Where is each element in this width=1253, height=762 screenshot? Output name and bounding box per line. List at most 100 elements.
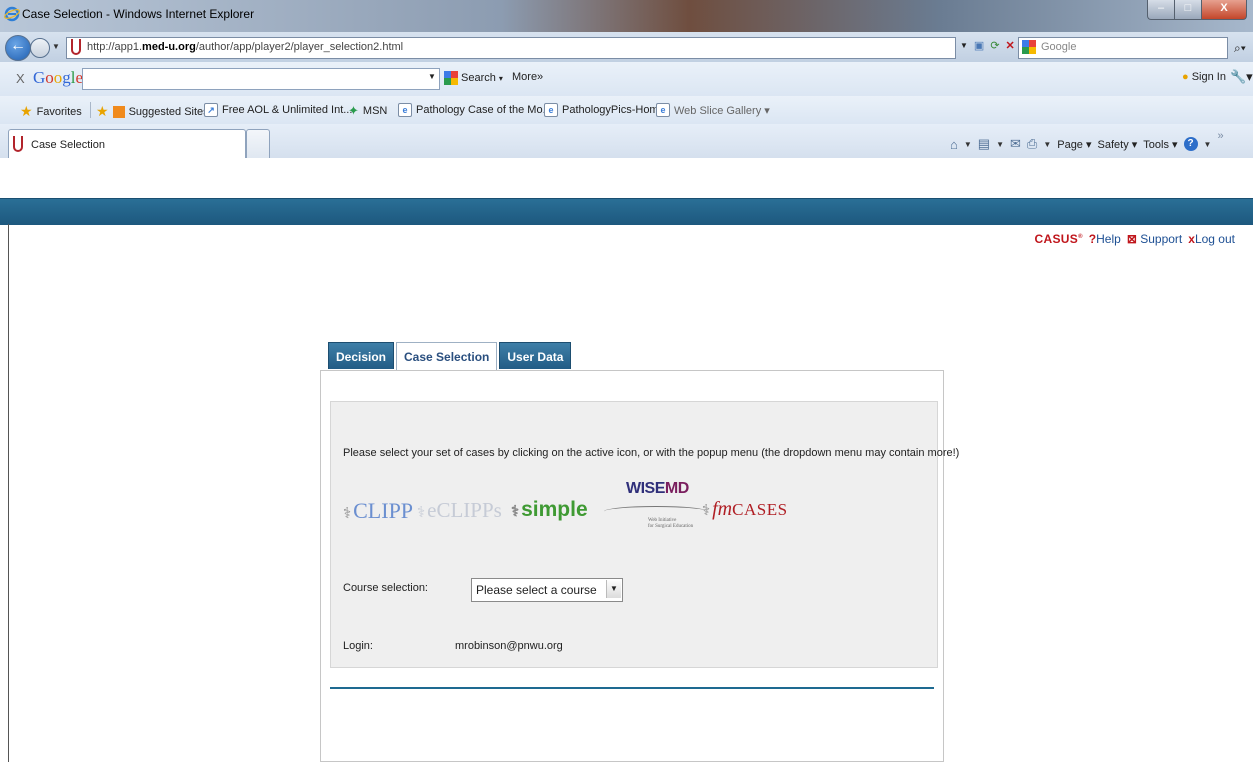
favorites-divider [90, 102, 91, 118]
browser-search-input[interactable]: Google [1018, 37, 1228, 59]
tab-decision[interactable]: Decision [328, 342, 395, 369]
command-bar: ⌂ ▼ ▤ ▼ ✉ ⎙ ▼ Page ▾ Safety ▾ Tools ▾ ? ▼ » [950, 130, 1224, 152]
stop-icon[interactable]: ✕ [1006, 39, 1015, 52]
login-label: Login: [343, 640, 373, 652]
tools-menu[interactable]: Tools ▾ [1143, 138, 1177, 151]
compatibility-view-icon[interactable]: ▣ [974, 39, 984, 52]
address-dropdown-icon[interactable]: ▼ [960, 41, 968, 50]
page-content: CASUS® ?Help ⊠ Support xLog out Decision… [0, 158, 1253, 762]
wisemd-swoosh [604, 506, 708, 517]
course-select-value: Please select a course [476, 583, 597, 597]
stethoscope-icon: ⚕ [343, 505, 352, 522]
google-icon [444, 71, 458, 85]
shortcut-icon: ↗ [204, 103, 218, 117]
clipp-logo-button[interactable]: ⚕CLIPP [343, 498, 413, 524]
ie-page-icon: e [398, 103, 412, 117]
google-logo: Google [33, 68, 84, 87]
print-icon[interactable]: ⎙ [1027, 136, 1037, 152]
back-button[interactable] [5, 35, 31, 61]
simple-logo-button[interactable]: ⚕simple [511, 498, 588, 522]
card-divider [330, 687, 934, 689]
search-placeholder: Google [1041, 41, 1077, 53]
help-icon[interactable]: ? [1183, 137, 1198, 151]
fav-item-pathologypics[interactable]: e PathologyPics-Home [544, 103, 665, 117]
feeds-icon[interactable]: ▤ [978, 136, 990, 152]
mail-icon: ⊠ [1126, 232, 1137, 246]
fmcases-logo-button[interactable]: ⚕ fmCASES [702, 498, 788, 521]
fav-item-suggested-sites[interactable]: ★ Suggested Sites ▾ [96, 103, 217, 120]
logout-link[interactable]: xLog out [1188, 232, 1235, 246]
ie-page-icon: e [544, 103, 558, 117]
signin-icon: ● [1182, 71, 1189, 83]
left-border [8, 224, 9, 762]
course-selection-label: Course selection: [343, 582, 428, 594]
favorites-bar: ★ Favorites ★ Suggested Sites ▾ ↗ Free AOL … [0, 96, 1253, 125]
favorites-star-icon: ★ [20, 103, 33, 119]
site-favicon-icon [13, 136, 23, 152]
recent-pages-dropdown-icon[interactable]: ▼ [52, 42, 60, 51]
help-dropdown-icon[interactable]: ▼ [1204, 140, 1212, 149]
case-set-logos: ⚕CLIPP ⚕eCLIPPs ⚕simple WISEMD Web Initi… [339, 480, 799, 540]
selection-panel: Please select your set of cases by click… [330, 401, 959, 668]
eclipps-logo: ⚕eCLIPPs [417, 498, 502, 522]
site-favicon-icon [71, 39, 81, 55]
fav-item-msn[interactable]: ✦ MSN [348, 103, 387, 119]
suggested-sites-icon [112, 105, 125, 118]
read-mail-icon[interactable]: ✉ [1010, 136, 1021, 152]
fav-item-web-slice-gallery[interactable]: e Web Slice Gallery ▾ [656, 103, 770, 117]
stethoscope-icon: ⚕ [702, 502, 711, 519]
home-dropdown-icon[interactable]: ▼ [964, 140, 972, 149]
internet-explorer-icon [4, 6, 20, 22]
tab-case-selection[interactable]: Case Selection [396, 342, 498, 371]
browser-tab-row: Case Selection ⌂ ▼ ▤ ▼ ✉ ⎙ ▼ Page ▾ Safety … [0, 124, 1253, 159]
login-value: mrobinson@pnwu.org [455, 640, 563, 652]
stethoscope-icon: ⚕ [417, 504, 426, 521]
home-icon[interactable]: ⌂ [950, 137, 958, 152]
sign-in-button[interactable]: ● Sign In [1182, 71, 1226, 83]
favorites-button[interactable]: ★ Favorites [20, 103, 82, 120]
google-toolbar-search-input[interactable] [82, 68, 440, 90]
feeds-dropdown-icon[interactable]: ▼ [996, 140, 1004, 149]
add-favorite-icon: ★ [96, 103, 109, 119]
forward-button[interactable] [30, 38, 50, 58]
chevron-down-icon[interactable]: ▼ [606, 580, 621, 598]
instructions-text: Please select your set of cases by click… [343, 447, 960, 459]
window-title-bar: Case Selection - Windows Internet Explor… [0, 0, 1253, 32]
tab-title: Case Selection [31, 139, 105, 151]
ie-page-icon: e [656, 103, 670, 117]
fav-item-pathology-case[interactable]: e Pathology Case of the Mo... [398, 103, 552, 117]
tab-user-data[interactable]: User Data [499, 342, 572, 369]
close-icon: x [1188, 232, 1195, 246]
course-select[interactable]: Please select a course ▼ [471, 578, 623, 602]
url-text: http://app1.med-u.org/author/app/player2… [87, 41, 404, 53]
header-band [0, 198, 1253, 225]
header-links: CASUS® ?Help ⊠ Support xLog out [1035, 232, 1235, 246]
wisemd-logo-button[interactable]: WISEMD Web Initiative for Surgical Educat… [604, 480, 708, 538]
minimize-button[interactable]: – [1147, 0, 1174, 20]
stethoscope-icon: ⚕ [511, 503, 520, 520]
print-dropdown-icon[interactable]: ▼ [1043, 140, 1051, 149]
page-menu[interactable]: Page ▾ [1057, 138, 1091, 151]
google-search-button[interactable]: Search ▾ [444, 71, 503, 85]
wrench-icon[interactable]: 🔧▾ [1230, 69, 1253, 85]
google-search-provider-icon [1022, 40, 1036, 54]
tab-case-selection[interactable]: Case Selection [8, 129, 246, 159]
refresh-icon[interactable]: ⟳ [990, 39, 999, 52]
window-title: Case Selection - Windows Internet Explor… [22, 7, 255, 21]
fav-item-aol[interactable]: ↗ Free AOL & Unlimited Int... [204, 103, 352, 117]
address-input[interactable]: http://app1.med-u.org/author/app/player2… [66, 37, 956, 59]
more-button[interactable]: More» [512, 71, 543, 83]
help-link[interactable]: ?Help [1089, 232, 1121, 246]
close-toolbar-icon[interactable]: X [16, 71, 25, 86]
msn-icon: ✦ [348, 103, 359, 118]
address-row: ▼ http://app1.med-u.org/author/app/playe… [0, 32, 1253, 62]
casus-logo: CASUS® [1034, 232, 1083, 246]
close-window-button[interactable]: X [1201, 0, 1247, 20]
support-link[interactable]: ⊠ Support [1127, 232, 1182, 246]
safety-menu[interactable]: Safety ▾ [1098, 138, 1138, 151]
chevron-right-icon[interactable]: » [1217, 130, 1223, 142]
new-tab-button[interactable] [246, 129, 270, 159]
maximize-button[interactable]: □ [1174, 0, 1201, 20]
search-history-dropdown-icon[interactable]: ▼ [428, 72, 436, 81]
search-icon[interactable]: ⌕▾ [1234, 41, 1246, 56]
